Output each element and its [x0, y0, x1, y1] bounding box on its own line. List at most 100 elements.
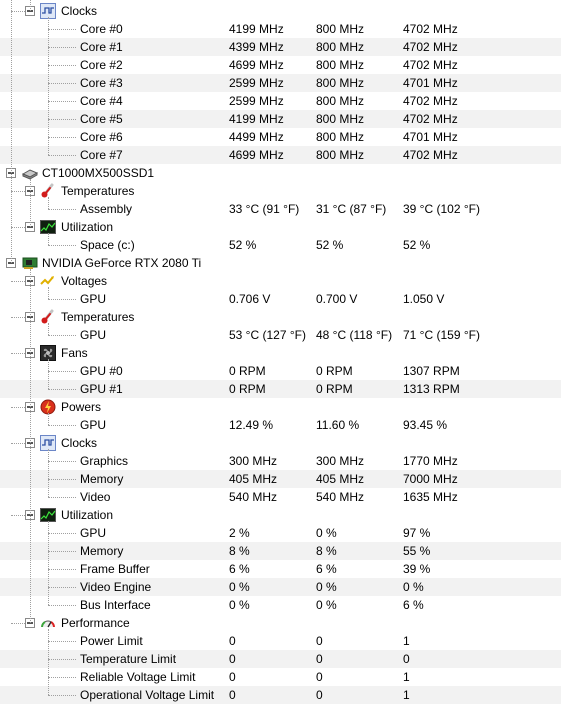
max-value: 7000 MHz	[403, 472, 458, 486]
max-value: 4702 MHz	[403, 58, 458, 72]
min-value: 0 %	[316, 526, 337, 540]
tree-connector-line	[48, 677, 76, 678]
sensor-row-assembly[interactable]: Assembly 33 °C (91 °F) 31 °C (87 °F) 39 °C …	[0, 200, 561, 218]
sensor-name: Memory	[80, 472, 124, 486]
sensor-row-gpu-1[interactable]: GPU #1 0 RPM 0 RPM 1313 RPM	[0, 380, 561, 398]
max-value: 1307 RPM	[403, 364, 460, 378]
max-value: 39 %	[403, 562, 431, 576]
sensor-row-gpu[interactable]: GPU 0.706 V 0.700 V 1.050 V	[0, 290, 561, 308]
group-node-voltages[interactable]: Voltages	[0, 272, 561, 290]
group-node-clocks[interactable]: Clocks	[0, 2, 561, 20]
sensor-row-gpu[interactable]: GPU 2 % 0 % 97 %	[0, 524, 561, 542]
tree-connector-line	[48, 497, 76, 498]
group-node-utilization[interactable]: Utilization	[0, 218, 561, 236]
sensor-row-core-6[interactable]: Core #6 4499 MHz 800 MHz 4701 MHz	[0, 128, 561, 146]
sensor-row-core-3[interactable]: Core #3 2599 MHz 800 MHz 4701 MHz	[0, 74, 561, 92]
tree-connector-line	[48, 479, 76, 480]
sensor-row-bus-interface[interactable]: Bus Interface 0 % 0 % 6 %	[0, 596, 561, 614]
sensor-name: Core #5	[80, 112, 123, 126]
sensor-name: Assembly	[80, 202, 133, 216]
sensor-row-core-2[interactable]: Core #2 4699 MHz 800 MHz 4702 MHz	[0, 56, 561, 74]
group-node-utilization[interactable]: Utilization	[0, 506, 561, 524]
tree-connector-line	[48, 533, 76, 534]
tree-connector-line	[48, 551, 76, 552]
device-node-ct1000mx500ssd1[interactable]: CT1000MX500SSD1	[0, 164, 561, 182]
node-label: Temperatures	[61, 310, 135, 324]
min-value: 405 MHz	[316, 472, 365, 486]
tree-connector-line	[48, 659, 76, 660]
group-node-clocks[interactable]: Clocks	[0, 434, 561, 452]
sensor-name: Core #6	[80, 130, 123, 144]
tree-connector-line	[48, 29, 76, 30]
sensor-row-gpu[interactable]: GPU 53 °C (127 °F) 48 °C (118 °F) 71 °C (15…	[0, 326, 561, 344]
tree-connector-line	[48, 83, 76, 84]
tree-connector-line	[48, 461, 76, 462]
min-value: 800 MHz	[316, 40, 365, 54]
min-value: 0 %	[316, 580, 337, 594]
tree-connector-line	[48, 287, 49, 299]
sensor-row-core-4[interactable]: Core #4 2599 MHz 800 MHz 4702 MHz	[0, 92, 561, 110]
sensor-name: GPU #0	[80, 364, 123, 378]
max-value: 93.45 %	[403, 418, 448, 432]
sensor-row-core-0[interactable]: Core #0 4199 MHz 800 MHz 4702 MHz	[0, 20, 561, 38]
current-value: 300 MHz	[229, 454, 278, 468]
current-value: 8 %	[229, 544, 250, 558]
sensor-name: Bus Interface	[80, 598, 151, 612]
sensor-row-video-engine[interactable]: Video Engine 0 % 0 % 0 %	[0, 578, 561, 596]
node-label: Voltages	[61, 274, 108, 288]
tree-connector-line	[48, 323, 49, 335]
min-value: 800 MHz	[316, 112, 365, 126]
sensor-row-gpu[interactable]: GPU 12.49 % 11.60 % 93.45 %	[0, 416, 561, 434]
tree-connector-line	[48, 233, 49, 245]
min-value: 31 °C (87 °F)	[316, 202, 387, 216]
sensor-row-temperature-limit[interactable]: Temperature Limit 0 0 0	[0, 650, 561, 668]
tree-connector-line	[11, 0, 12, 263]
sensor-row-video[interactable]: Video 540 MHz 540 MHz 1635 MHz	[0, 488, 561, 506]
min-value: 0 RPM	[316, 364, 353, 378]
sensor-row-core-1[interactable]: Core #1 4399 MHz 800 MHz 4702 MHz	[0, 38, 561, 56]
min-value: 48 °C (118 °F)	[316, 328, 393, 342]
tree-connector-line	[48, 155, 76, 156]
sensor-name: GPU	[80, 526, 107, 540]
max-value: 1.050 V	[403, 292, 445, 306]
current-value: 4499 MHz	[229, 130, 284, 144]
group-node-temperatures[interactable]: Temperatures	[0, 308, 561, 326]
sensor-row-gpu-0[interactable]: GPU #0 0 RPM 0 RPM 1307 RPM	[0, 362, 561, 380]
sensor-name: GPU #1	[80, 382, 123, 396]
tree-connector-line	[48, 641, 76, 642]
group-node-powers[interactable]: Powers	[0, 398, 561, 416]
device-node-nvidia-geforce-rtx-2080-ti[interactable]: NVIDIA GeForce RTX 2080 Ti	[0, 254, 561, 272]
tree-connector-line	[11, 623, 25, 624]
max-value: 4702 MHz	[403, 40, 458, 54]
sensor-tree: Clocks Core #0 4199 MHz 800 MHz 4702 MHz Core…	[0, 0, 561, 704]
tree-connector-line	[11, 443, 25, 444]
sensor-name: Core #1	[80, 40, 123, 54]
tree-connector-line	[48, 65, 76, 66]
sensor-row-frame-buffer[interactable]: Frame Buffer 6 % 6 % 39 %	[0, 560, 561, 578]
current-value: 0 %	[229, 580, 250, 594]
sensor-row-graphics[interactable]: Graphics 300 MHz 300 MHz 1770 MHz	[0, 452, 561, 470]
min-value: 0 RPM	[316, 382, 353, 396]
sensor-name: Video Engine	[80, 580, 152, 594]
tree-connector-line	[48, 587, 76, 588]
sensor-row-memory[interactable]: Memory 405 MHz 405 MHz 7000 MHz	[0, 470, 561, 488]
sensor-row-reliable-voltage-limit[interactable]: Reliable Voltage Limit 0 0 1	[0, 668, 561, 686]
group-node-temperatures[interactable]: Temperatures	[0, 182, 561, 200]
sensor-row-core-7[interactable]: Core #7 4699 MHz 800 MHz 4702 MHz	[0, 146, 561, 164]
sensor-row-operational-voltage-limit[interactable]: Operational Voltage Limit 0 0 1	[0, 686, 561, 704]
group-node-fans[interactable]: Fans	[0, 344, 561, 362]
max-value: 97 %	[403, 526, 431, 540]
sensor-row-core-5[interactable]: Core #5 4199 MHz 800 MHz 4702 MHz	[0, 110, 561, 128]
min-value: 800 MHz	[316, 58, 365, 72]
current-value: 4399 MHz	[229, 40, 284, 54]
min-value: 0.700 V	[316, 292, 358, 306]
min-value: 800 MHz	[316, 22, 365, 36]
sensor-row-power-limit[interactable]: Power Limit 0 0 1	[0, 632, 561, 650]
sensor-row-memory[interactable]: Memory 8 % 8 % 55 %	[0, 542, 561, 560]
sensor-name: Graphics	[80, 454, 129, 468]
min-value: 800 MHz	[316, 94, 365, 108]
sensor-row-space-c[interactable]: Space (c:) 52 % 52 % 52 %	[0, 236, 561, 254]
tree-connector-line	[48, 17, 49, 155]
group-node-performance[interactable]: Performance	[0, 614, 561, 632]
current-value: 540 MHz	[229, 490, 278, 504]
